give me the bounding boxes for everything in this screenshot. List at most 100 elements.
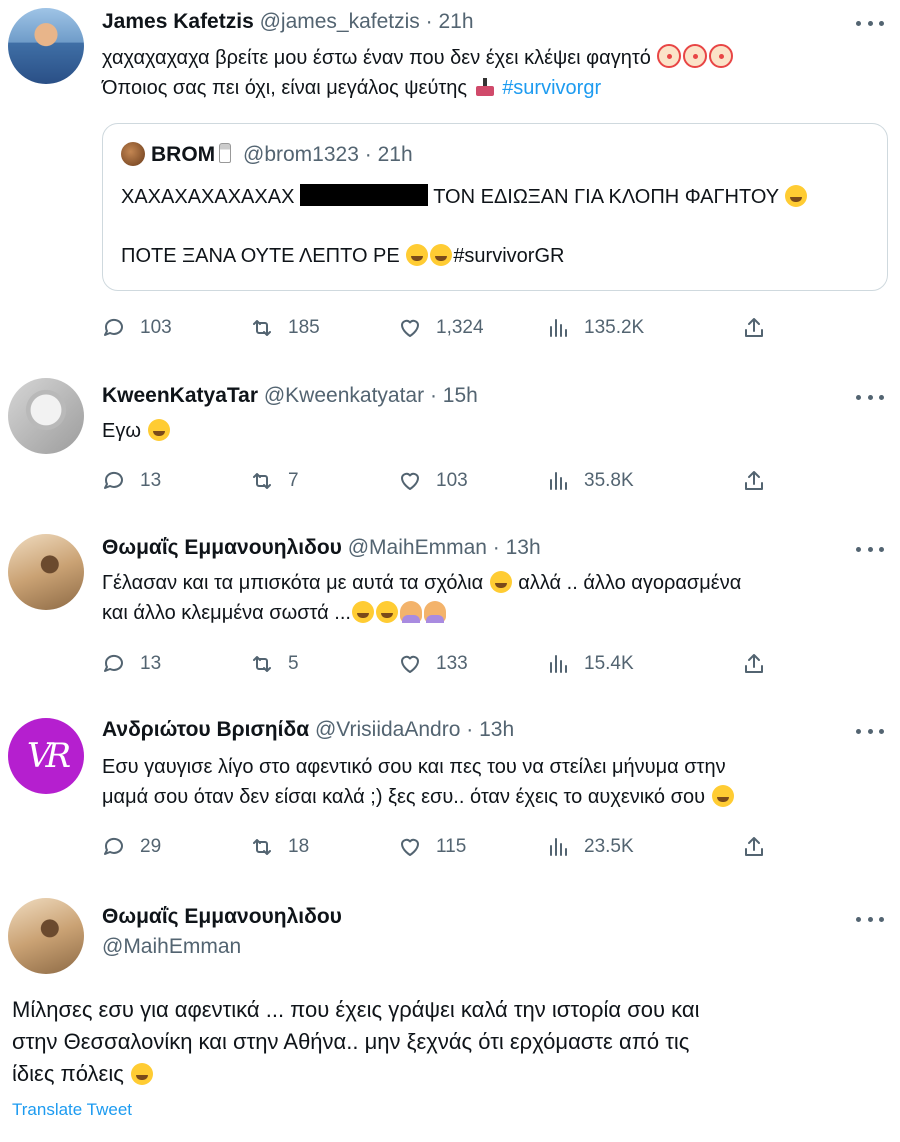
retweet-button[interactable]: 185: [250, 313, 320, 343]
avatar[interactable]: VR: [8, 718, 84, 794]
author-handle[interactable]: @MaihEmman: [348, 536, 487, 559]
reply-button[interactable]: 103: [102, 313, 172, 343]
retweet-icon: [253, 320, 271, 336]
timestamp[interactable]: 15h: [443, 384, 478, 407]
more-icon[interactable]: [856, 18, 884, 28]
separator: ·: [425, 10, 433, 33]
author-name[interactable]: Ανδριώτου Βρισηίδα: [102, 718, 309, 741]
view-count: 15.4K: [584, 653, 634, 674]
tweet-actions: 13 7 103 35.8K: [102, 466, 782, 496]
reply-button[interactable]: 13: [102, 466, 161, 496]
author-name[interactable]: KweenKatyaTar: [102, 384, 258, 407]
tweet-vrisiida: VR Ανδριώτου Βρισηίδα @VrisiidaAndro · 1…: [0, 710, 900, 890]
hashtag-text: #survivorGR: [453, 245, 565, 267]
author-name[interactable]: Θωμαΐς Εμμανουηλιδου: [102, 902, 342, 932]
reply-icon: [104, 654, 123, 672]
focused-tweet: Θωμαΐς Εμμανουηλιδου @MaihEmman Μίλησες …: [0, 890, 900, 1142]
author-name: BROM: [151, 143, 216, 166]
avatar-monogram: VR: [26, 736, 71, 776]
like-button[interactable]: 1,324: [398, 313, 484, 343]
share-icon: [745, 318, 763, 337]
share-icon: [745, 471, 763, 490]
more-icon[interactable]: [856, 392, 884, 402]
tweet-text: Όποιος σας πει όχι, είναι μεγάλος ψεύτης: [102, 77, 468, 99]
views-icon: [550, 472, 567, 490]
heart-icon: [401, 655, 419, 673]
tweet-actions: 29 18 115 23.5K: [102, 832, 782, 862]
views-button[interactable]: 23.5K: [546, 832, 634, 862]
reply-button[interactable]: 29: [102, 832, 161, 862]
tweet-text: χαχαχαχαχα βρείτε μου έστω έναν που δεν …: [102, 47, 651, 69]
hashtag-link[interactable]: #survivorgr: [502, 77, 601, 99]
tweet-actions: 13 5 133 15.4K: [102, 649, 782, 679]
redaction-bar: [299, 184, 428, 206]
avatar: [121, 142, 145, 166]
heart-icon: [401, 838, 419, 856]
like-count: 103: [436, 470, 468, 491]
retweet-button[interactable]: 18: [250, 832, 309, 862]
timestamp[interactable]: 13h: [506, 536, 541, 559]
avatar[interactable]: [8, 898, 84, 974]
views-icon: [550, 655, 567, 673]
more-icon[interactable]: [856, 544, 884, 554]
retweet-button[interactable]: 7: [250, 466, 299, 496]
cake-emoji-icon: [474, 76, 496, 98]
share-button[interactable]: [742, 832, 780, 862]
facepalm-emoji-icon: [423, 601, 446, 623]
retweet-count: 5: [288, 653, 299, 674]
clown-emoji-icon: [683, 44, 708, 68]
author-name[interactable]: James Kafetzis: [102, 10, 254, 33]
author-name[interactable]: Θωμαΐς Εμμανουηλιδου: [102, 536, 342, 559]
author-handle[interactable]: @Kweenkatyatar: [264, 384, 424, 407]
like-button[interactable]: 115: [398, 832, 466, 862]
share-button[interactable]: [742, 313, 780, 343]
tweet-text: Μίλησες εσυ για αφεντικά ... που έχεις γ…: [12, 997, 700, 1022]
facepalm-emoji-icon: [399, 601, 422, 623]
avatar[interactable]: [8, 8, 84, 84]
share-button[interactable]: [742, 649, 780, 679]
share-button[interactable]: [742, 466, 780, 496]
separator: ·: [466, 718, 474, 741]
avatar[interactable]: [8, 378, 84, 454]
heart-icon: [401, 319, 419, 337]
timestamp: 21h: [377, 143, 413, 166]
tweet-text: μαμά σου όταν δεν είσαι καλά ;) ξες εσυ.…: [102, 786, 706, 808]
author-handle[interactable]: @VrisiidaAndro: [315, 718, 460, 741]
more-icon[interactable]: [856, 914, 884, 924]
clown-emoji-icon: [657, 44, 682, 68]
reply-count: 13: [140, 470, 162, 491]
author-handle[interactable]: @MaihEmman: [102, 932, 342, 962]
author-handle[interactable]: @james_kafetzis: [260, 10, 420, 33]
retweet-button[interactable]: 5: [250, 649, 299, 679]
rofl-emoji-icon: [430, 244, 453, 266]
reply-icon: [104, 318, 123, 336]
winking-emoji-icon: [130, 1063, 153, 1085]
reply-button[interactable]: 13: [102, 649, 161, 679]
timestamp[interactable]: 13h: [479, 718, 514, 741]
share-icon: [745, 654, 763, 673]
like-button[interactable]: 103: [398, 466, 468, 496]
avatar[interactable]: [8, 534, 84, 610]
quoted-tweet[interactable]: BROM @brom1323 · 21h ΧΑΧΑΧΑΧΑΧΑΧΑΧ ΤΟΝ Ε…: [102, 123, 888, 291]
views-button[interactable]: 135.2K: [546, 313, 644, 343]
separator: ·: [364, 143, 372, 166]
retweet-icon: [253, 656, 271, 672]
tears-of-joy-emoji-icon: [489, 571, 512, 593]
views-button[interactable]: 15.4K: [546, 649, 634, 679]
translate-tweet-link[interactable]: Translate Tweet: [12, 1100, 132, 1120]
like-count: 1,324: [436, 317, 484, 338]
reply-icon: [104, 471, 123, 489]
tweet-text: στην Θεσσαλονίκη και στην Αθήνα.. μην ξε…: [12, 1029, 690, 1054]
tears-of-joy-emoji-icon: [351, 601, 374, 623]
quote-text: ΤΟΝ ΕΔΙΩΞΑΝ ΓΙΑ ΚΛΟΠΗ ΦΑΓΗΤΟΥ: [433, 186, 779, 208]
author-handle: @brom1323: [243, 143, 359, 166]
like-button[interactable]: 133: [398, 649, 468, 679]
view-count: 23.5K: [584, 836, 634, 857]
heart-icon: [401, 472, 419, 490]
more-icon[interactable]: [856, 726, 884, 736]
view-count: 135.2K: [584, 317, 645, 338]
views-button[interactable]: 35.8K: [546, 466, 634, 496]
like-count: 115: [436, 836, 467, 857]
timestamp[interactable]: 21h: [439, 10, 474, 33]
tweet-text: και άλλο κλεμμένα σωστά ...: [102, 602, 351, 624]
